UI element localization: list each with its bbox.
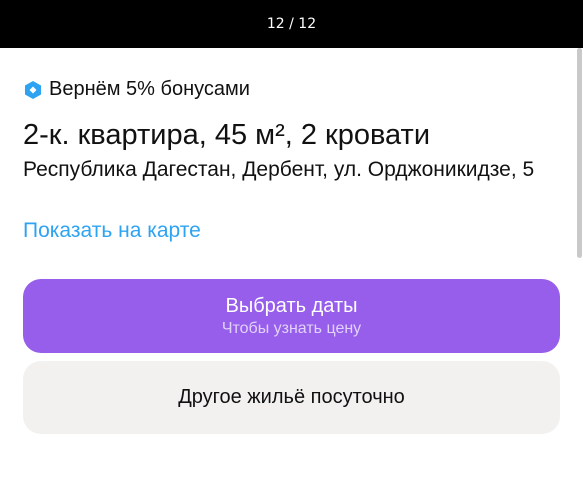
show-on-map-link[interactable]: Показать на карте	[23, 216, 201, 246]
scrollbar[interactable]	[575, 48, 583, 258]
bonus-text: Вернём 5% бонусами	[49, 78, 250, 100]
scrollbar-thumb[interactable]	[577, 48, 582, 258]
listing-title: 2-к. квартира, 45 м², 2 кровати	[23, 119, 431, 151]
gallery-header: 12 / 12	[0, 0, 583, 48]
other-housing-button[interactable]: Другое жильё посуточно	[23, 361, 560, 434]
bonus-badge: Вернём 5% бонусами	[23, 78, 250, 101]
gallery-counter: 12 / 12	[266, 16, 317, 32]
select-dates-sublabel: Чтобы узнать цену	[221, 320, 362, 337]
other-housing-label: Другое жильё посуточно	[178, 386, 405, 408]
bonus-hexagon-icon	[25, 80, 41, 99]
select-dates-button[interactable]: Выбрать даты Чтобы узнать цену	[23, 279, 560, 353]
select-dates-label: Выбрать даты	[225, 295, 358, 317]
listing-address: Республика Дагестан, Дербент, ул. Орджон…	[23, 158, 535, 181]
